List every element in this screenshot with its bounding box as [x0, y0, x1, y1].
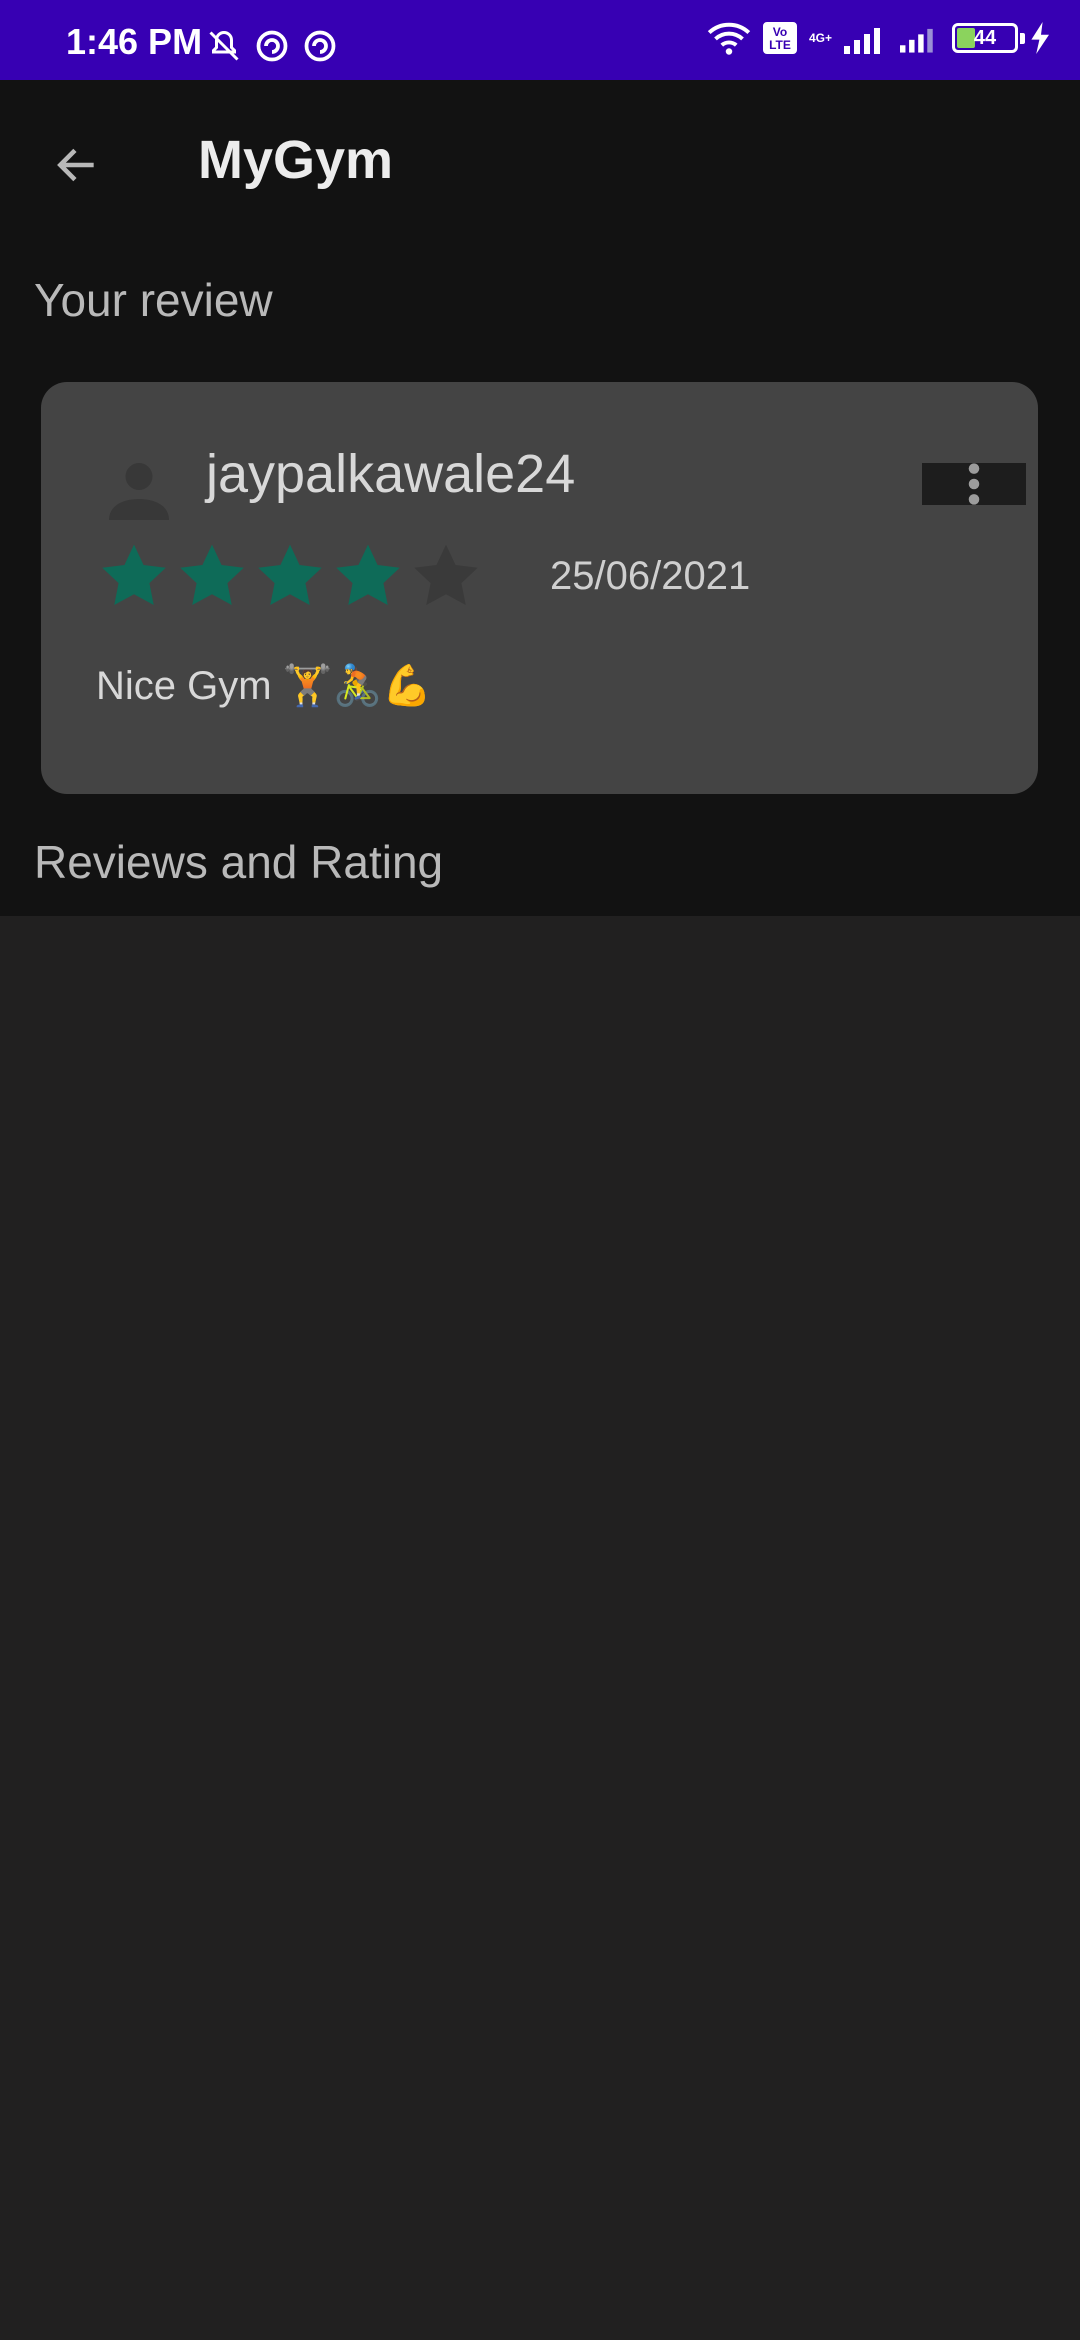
- wifi-icon: [707, 20, 751, 56]
- mute-bell-icon: [206, 28, 242, 64]
- star-filled-icon: [175, 540, 249, 614]
- sync-icon: [254, 28, 290, 64]
- review-username: jaypalkawale24: [206, 444, 576, 504]
- back-button[interactable]: [40, 128, 114, 202]
- status-time: 1:46 PM: [66, 21, 203, 62]
- more-vert-icon: [968, 463, 980, 505]
- reviews-list: [0, 924, 1080, 2340]
- avatar: [103, 454, 175, 526]
- status-bar: 1:46 PM Vo LTE 4G+ 44: [0, 0, 1080, 80]
- sync-icon: [302, 28, 338, 64]
- rating-bar: [97, 540, 483, 614]
- person-icon: [109, 463, 169, 520]
- page-title: MyGym: [198, 130, 394, 190]
- arrow-left-icon: [57, 148, 94, 182]
- star-filled-icon: [97, 540, 171, 614]
- battery-fill: [957, 28, 975, 48]
- volte-badge: Vo LTE: [762, 22, 797, 54]
- content-area: MyGym Your review jaypalkawale24 25/06/2…: [0, 80, 1080, 916]
- star-empty-icon: [409, 540, 483, 614]
- network-type: 4G+: [808, 31, 832, 45]
- star-filled-icon: [253, 540, 327, 614]
- battery-tip: [1020, 33, 1025, 44]
- battery-icon: 44: [952, 23, 1025, 53]
- signal-icon: [844, 22, 888, 54]
- status-right: Vo LTE 4G+ 44: [707, 20, 1052, 56]
- section-title-your-review: Your review: [34, 274, 273, 326]
- star-filled-icon: [331, 540, 405, 614]
- your-review-card: jaypalkawale24 25/06/2021 Nice Gym 🏋️🚴💪: [41, 382, 1038, 794]
- signal-icon: [900, 22, 940, 54]
- status-left-icons: [206, 28, 338, 64]
- charging-icon: [1030, 22, 1052, 54]
- screen: 1:46 PM Vo LTE 4G+ 44 MyGym Your review …: [0, 0, 1080, 2340]
- section-title-reviews-and-rating: Reviews and Rating: [34, 836, 444, 888]
- more-options-button[interactable]: [922, 463, 1026, 505]
- review-text: Nice Gym 🏋️🚴💪: [96, 664, 433, 708]
- review-date: 25/06/2021: [550, 554, 751, 598]
- battery-level: 44: [973, 27, 997, 49]
